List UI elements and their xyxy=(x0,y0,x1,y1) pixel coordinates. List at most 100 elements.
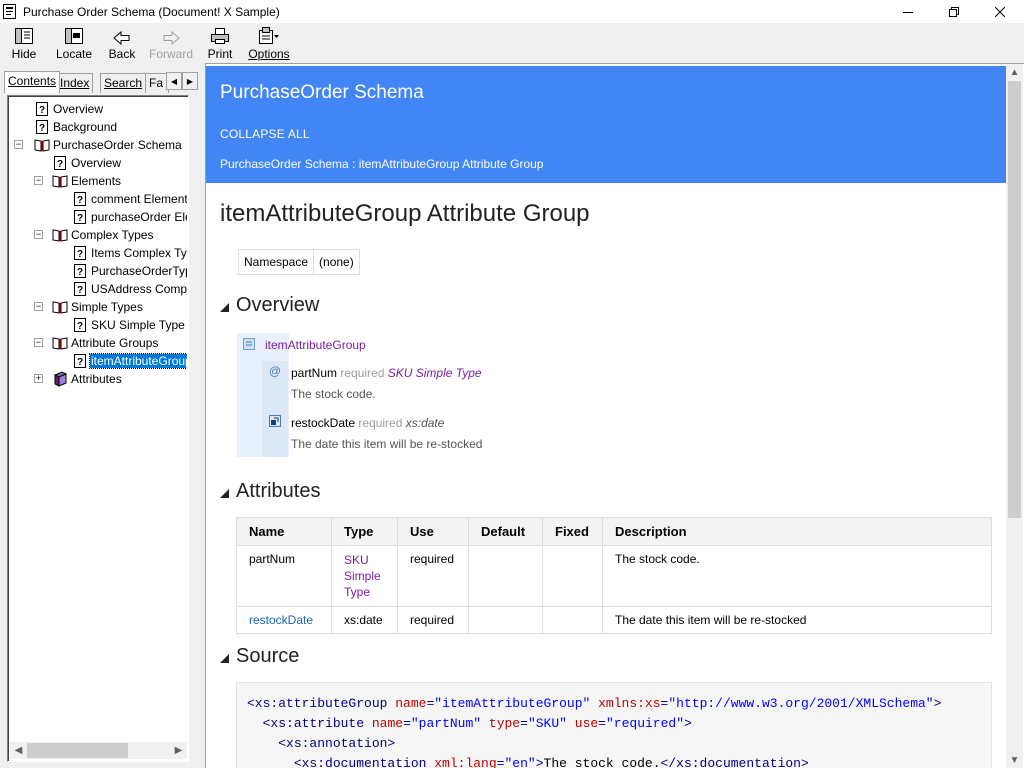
options-button[interactable]: Options xyxy=(248,25,290,61)
collapse-toggle-icon[interactable]: − xyxy=(14,140,23,149)
help-page-icon: ? xyxy=(74,282,86,296)
cell-default xyxy=(468,606,543,634)
nav-tabs: Contents Index Search Fa ◀ ▶ xyxy=(4,71,199,93)
restore-button[interactable] xyxy=(931,0,976,23)
help-page-icon: ? xyxy=(74,192,86,206)
toolbar: Hide Locate Back Forward Print Options xyxy=(0,23,1024,63)
namespace-label: Namespace xyxy=(237,249,315,275)
tree-item-purchaseordertype[interactable]: ? PurchaseOrderType xyxy=(72,262,187,280)
column-header-default: Default xyxy=(468,517,543,546)
tree-item-simple-types[interactable]: − Simple Types xyxy=(34,298,144,316)
title-bar: Purchase Order Schema (Document! X Sampl… xyxy=(0,0,1024,23)
open-book-icon xyxy=(52,175,68,188)
tab-contents[interactable]: Contents xyxy=(4,71,61,93)
closed-book-icon xyxy=(53,371,68,387)
tab-index[interactable]: Index xyxy=(56,73,94,93)
collapse-toggle-icon[interactable]: − xyxy=(34,230,43,239)
back-button[interactable]: Back xyxy=(109,25,135,61)
locate-button[interactable]: Locate xyxy=(56,25,92,61)
open-book-icon xyxy=(52,337,68,350)
tab-search-label: Search xyxy=(104,76,143,90)
minimize-button[interactable] xyxy=(885,0,930,23)
tree-item-items-complex-type[interactable]: ? Items Complex Type xyxy=(72,244,187,262)
overview-section-toggle[interactable]: Overview xyxy=(220,294,319,317)
hide-button[interactable]: Hide xyxy=(12,25,36,61)
overview-heading: Overview xyxy=(236,294,320,316)
tree-item-schema[interactable]: − PurchaseOrder Schema xyxy=(14,136,183,154)
collapse-all-link[interactable]: COLLAPSE ALL xyxy=(220,127,310,141)
table-row: restockDate xs:date required The date th… xyxy=(236,606,992,634)
collapse-toggle-icon[interactable]: − xyxy=(34,302,43,311)
tree-item-purchaseorder-element[interactable]: ? purchaseOrder Element xyxy=(72,208,187,226)
scroll-down-arrow-icon[interactable]: ▼ xyxy=(1006,752,1023,768)
cell-name-link[interactable]: restockDate xyxy=(236,606,332,634)
collapse-triangle-icon xyxy=(220,303,229,312)
tree-item-usaddress[interactable]: ? USAddress Complex Type xyxy=(72,280,187,298)
column-header-description: Description xyxy=(602,517,992,546)
tree-item-label: itemAttributeGroup xyxy=(89,353,187,369)
cell-type-link[interactable]: SKU Simple Type xyxy=(331,545,398,607)
scroll-thumb[interactable] xyxy=(27,743,128,758)
help-page-icon: ? xyxy=(36,102,48,116)
scroll-left-arrow-icon[interactable]: ◀ xyxy=(10,742,27,759)
attribute-group-icon xyxy=(243,338,255,350)
tree-item-attributes[interactable]: + Attributes xyxy=(34,370,123,388)
hide-label: Hide xyxy=(11,47,37,61)
page-title: itemAttributeGroup Attribute Group xyxy=(220,200,590,227)
source-line-4: <xs:documentation xml:lang="en">The stoc… xyxy=(293,756,809,768)
tree-item-label: Complex Types xyxy=(71,228,154,242)
tree-item-sku-simple-type[interactable]: ? SKU Simple Type xyxy=(72,316,186,334)
close-button[interactable] xyxy=(977,0,1022,23)
topic-vertical-scrollbar[interactable]: ▲ ▼ xyxy=(1006,64,1023,768)
topic-pane: PurchaseOrder Schema COLLAPSE ALL Purcha… xyxy=(205,63,1024,768)
namespace-table: Namespace (none) xyxy=(237,249,360,275)
svg-text:?: ? xyxy=(77,249,83,260)
attribute-at-icon: @ xyxy=(269,364,281,378)
tree-item-attribute-groups[interactable]: − Attribute Groups xyxy=(34,334,159,352)
collapse-toggle-icon[interactable]: − xyxy=(34,176,43,185)
attr-type-link[interactable]: SKU Simple Type xyxy=(388,366,482,380)
scroll-thumb[interactable] xyxy=(1008,81,1021,518)
tree-item-overview[interactable]: ? Overview xyxy=(34,100,104,118)
scroll-right-arrow-icon[interactable]: ▶ xyxy=(170,742,187,759)
svg-text:?: ? xyxy=(57,159,63,170)
tab-scroll-left-icon[interactable]: ◀ xyxy=(166,72,182,90)
cell-description: The date this item will be re-stocked xyxy=(602,606,992,634)
open-book-icon xyxy=(52,301,68,314)
help-page-icon: ? xyxy=(36,120,48,134)
attr-description: The date this item will be re-stocked xyxy=(291,437,483,451)
options-label: Options xyxy=(248,47,290,61)
header-title: PurchaseOrder Schema xyxy=(220,82,424,103)
tree-item-background[interactable]: ? Background xyxy=(34,118,118,136)
tree-horizontal-scrollbar[interactable]: ◀ ▶ xyxy=(10,742,187,759)
source-section-toggle[interactable]: Source xyxy=(220,645,299,668)
expand-toggle-icon[interactable]: + xyxy=(34,374,43,383)
forward-button[interactable]: Forward xyxy=(149,25,193,61)
attribute-link-icon xyxy=(269,415,281,427)
print-button[interactable]: Print xyxy=(208,25,232,61)
breadcrumb: PurchaseOrder Schema : itemAttributeGrou… xyxy=(220,157,544,171)
svg-text:?: ? xyxy=(39,105,45,116)
scroll-up-arrow-icon[interactable]: ▲ xyxy=(1006,64,1023,81)
tree-item-label: Overview xyxy=(71,156,122,170)
open-book-icon xyxy=(52,229,68,242)
collapse-toggle-icon[interactable]: − xyxy=(34,338,43,347)
tree-item-complex-types[interactable]: − Complex Types xyxy=(34,226,154,244)
tab-scroll-right-icon[interactable]: ▶ xyxy=(182,72,198,90)
overview-group-link[interactable]: itemAttributeGroup xyxy=(265,338,366,352)
tab-search[interactable]: Search xyxy=(100,73,147,93)
cell-type: xs:date xyxy=(331,606,398,634)
attributes-section-toggle[interactable]: Attributes xyxy=(220,480,320,503)
cell-default xyxy=(468,545,543,607)
column-header-use: Use xyxy=(397,517,469,546)
attr-use: required xyxy=(340,366,385,380)
tree-item-elements[interactable]: − Elements xyxy=(34,172,122,190)
forward-arrow-icon xyxy=(163,31,180,45)
tree-item-label: USAddress Complex Type xyxy=(91,282,187,296)
tree-item-label: Items Complex Type xyxy=(91,246,187,260)
tree-item-schema-overview[interactable]: ? Overview xyxy=(52,154,122,172)
attr-name: restockDate xyxy=(291,416,356,430)
svg-text:@: @ xyxy=(269,364,281,378)
tree-item-comment-element[interactable]: ? comment Element xyxy=(72,190,187,208)
tree-item-itemattributegroup[interactable]: ? itemAttributeGroup xyxy=(72,352,187,370)
